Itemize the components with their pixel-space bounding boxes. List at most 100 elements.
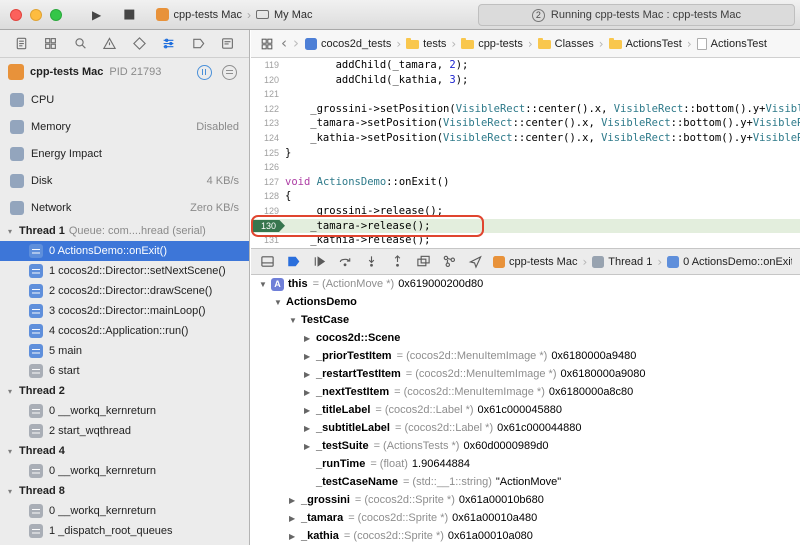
stack-frame[interactable]: 4 cocos2d::Application::run() <box>0 321 249 341</box>
thread-header[interactable]: ▾ Thread 2 <box>0 381 249 401</box>
code-line[interactable]: 129 _grossini->release(); <box>251 204 800 219</box>
disclosure-triangle-icon[interactable]: ▾ <box>8 227 19 236</box>
stack-frame[interactable]: 0 ActionsDemo::onExit() <box>0 241 249 261</box>
stack-frame[interactable]: 2 start_wqthread <box>0 421 249 441</box>
variable-row[interactable]: ▶ _grossini = (cocos2d::Sprite *) 0x61a0001… <box>251 491 800 509</box>
variable-row[interactable]: ▶ _tamara = (cocos2d::Sprite *) 0x61a00010a… <box>251 509 800 527</box>
close-window-button[interactable] <box>10 8 22 21</box>
stack-frame[interactable]: 6 start <box>0 361 249 381</box>
related-items-icon[interactable] <box>259 36 275 52</box>
project-navigator-tab[interactable] <box>13 36 29 52</box>
breadcrumb-item[interactable]: Thread 1 <box>592 255 652 268</box>
issue-navigator-tab[interactable] <box>102 36 118 52</box>
code-line[interactable]: 122 _grossini->setPosition(VisibleRect::… <box>251 102 800 117</box>
continue-execution-icon[interactable] <box>311 254 327 270</box>
line-number[interactable]: 127 <box>251 175 285 190</box>
stop-button[interactable]: ■ <box>123 7 135 22</box>
breadcrumb-item[interactable]: cpp-tests <box>461 38 523 50</box>
scheme-selector[interactable]: cpp-tests Mac › My Mac <box>155 8 313 22</box>
variable-row[interactable]: ▶ _testSuite = (ActionsTests *) 0x60d000098… <box>251 437 800 455</box>
stack-frame[interactable]: 1 cocos2d::Director::setNextScene() <box>0 261 249 281</box>
disclosure-triangle-icon[interactable]: ▶ <box>304 388 316 397</box>
pause-process-button[interactable] <box>197 64 212 80</box>
disclosure-triangle-icon[interactable]: ▶ <box>289 496 301 505</box>
zoom-window-button[interactable] <box>50 8 62 21</box>
thread-header[interactable]: ▾ Thread 1 Queue: com....hread (serial) <box>0 221 249 241</box>
code-line[interactable]: 123 _tamara->setPosition(VisibleRect::ce… <box>251 116 800 131</box>
gauge-row-disk[interactable]: Disk 4 KB/s <box>0 167 249 194</box>
line-number[interactable]: 128 <box>251 189 285 204</box>
stack-frame[interactable]: 0 __workq_kernreturn <box>0 401 249 421</box>
simulate-location-icon[interactable] <box>467 254 483 270</box>
forward-button[interactable]: › <box>293 36 299 51</box>
disclosure-triangle-icon[interactable]: ▼ <box>259 280 271 289</box>
memory-graph-icon[interactable] <box>441 254 457 270</box>
step-over-icon[interactable] <box>337 254 353 270</box>
symbol-navigator-tab[interactable] <box>43 36 59 52</box>
thread-header[interactable]: ▾ Thread 4 <box>0 441 249 461</box>
line-number[interactable]: 125 <box>251 146 285 161</box>
destination-name[interactable]: My Mac <box>274 9 313 21</box>
code-line[interactable]: 126 <box>251 160 800 175</box>
line-number[interactable]: 124 <box>251 131 285 146</box>
disclosure-triangle-icon[interactable]: ▶ <box>304 370 316 379</box>
variable-row[interactable]: ▶ _kathia = (cocos2d::Sprite *) 0x61a00010a… <box>251 527 800 545</box>
disclosure-triangle-icon[interactable]: ▶ <box>304 406 316 415</box>
back-button[interactable]: ‹ <box>281 36 287 51</box>
gauge-row-energy-impact[interactable]: Energy Impact <box>0 140 249 167</box>
stack-frame[interactable]: 2 cocos2d::Director::drawScene() <box>0 281 249 301</box>
variable-row[interactable]: ▶ _subtitleLabel = (cocos2d::Label *) 0x61c… <box>251 419 800 437</box>
step-out-icon[interactable] <box>389 254 405 270</box>
variable-row[interactable]: ▶ _restartTestItem = (cocos2d::MenuItemIma… <box>251 365 800 383</box>
disclosure-triangle-icon[interactable]: ▶ <box>304 352 316 361</box>
variable-row[interactable]: ▶ cocos2d::Scene <box>251 329 800 347</box>
code-line[interactable]: 125} <box>251 146 800 161</box>
disclosure-triangle-icon[interactable]: ▶ <box>289 532 301 541</box>
breadcrumb-item[interactable]: cocos2d_tests <box>305 37 391 50</box>
disclosure-triangle-icon[interactable]: ▶ <box>304 424 316 433</box>
code-line[interactable]: 121 <box>251 87 800 102</box>
stack-frame[interactable]: 3 cocos2d::Director::mainLoop() <box>0 301 249 321</box>
thread-header[interactable]: ▾ Thread 8 <box>0 481 249 501</box>
stack-frame[interactable]: 5 main <box>0 341 249 361</box>
code-line[interactable]: 130 _tamara->release(); <box>251 218 800 234</box>
gauge-row-network[interactable]: Network Zero KB/s <box>0 194 249 221</box>
report-navigator-tab[interactable] <box>220 36 236 52</box>
variable-row[interactable]: _testCaseName = (std::__1::string) "Action… <box>251 473 800 491</box>
variable-row[interactable]: ▶ _titleLabel = (cocos2d::Label *) 0x61c000… <box>251 401 800 419</box>
line-number[interactable]: 131 <box>251 233 285 248</box>
disclosure-triangle-icon[interactable]: ▾ <box>8 447 19 456</box>
process-row[interactable]: cpp-tests Mac PID 21793 <box>0 58 249 86</box>
line-number[interactable]: 130 <box>251 219 285 234</box>
disclosure-triangle-icon[interactable]: ▼ <box>274 298 286 307</box>
line-number[interactable]: 126 <box>251 160 285 175</box>
disclosure-triangle-icon[interactable]: ▾ <box>8 487 19 496</box>
toggle-debug-area-icon[interactable] <box>259 254 275 270</box>
code-line[interactable]: 127 void ActionsDemo::onExit() <box>251 175 800 190</box>
thread-view-options-button[interactable] <box>222 64 237 80</box>
breadcrumb-item[interactable]: cpp-tests Mac <box>493 255 577 268</box>
line-number[interactable]: 129 <box>251 204 285 219</box>
code-line[interactable]: 120 addChild(_kathia, 3); <box>251 73 800 88</box>
breakpoints-toggle-icon[interactable] <box>285 254 301 270</box>
line-number[interactable]: 119 <box>251 58 285 73</box>
variable-row[interactable]: ▼ TestCase <box>251 311 800 329</box>
variable-row[interactable]: ▼ ActionsDemo <box>251 293 800 311</box>
breadcrumb-item[interactable]: tests <box>406 38 446 50</box>
variable-row[interactable]: _runTime = (float) 1.90644884 <box>251 455 800 473</box>
gauge-row-cpu[interactable]: CPU <box>0 86 249 113</box>
gauge-row-memory[interactable]: Memory Disabled <box>0 113 249 140</box>
minimize-window-button[interactable] <box>30 8 42 21</box>
scheme-name[interactable]: cpp-tests Mac <box>174 9 242 21</box>
code-line[interactable]: 128{ <box>251 189 800 204</box>
breadcrumb-item[interactable]: 0 ActionsDemo::onExit() <box>667 255 792 268</box>
line-number[interactable]: 122 <box>251 102 285 117</box>
breadcrumb-item[interactable]: ActionsTest <box>608 38 682 50</box>
line-number[interactable]: 123 <box>251 116 285 131</box>
issues-badge[interactable]: 2 <box>531 8 545 22</box>
stack-frame[interactable]: 1 _dispatch_root_queues <box>0 521 249 541</box>
run-button[interactable]: ▶ <box>92 8 101 22</box>
code-line[interactable]: 119 addChild(_tamara, 2); <box>251 58 800 73</box>
line-number[interactable]: 120 <box>251 73 285 88</box>
view-hierarchy-icon[interactable] <box>415 254 431 270</box>
